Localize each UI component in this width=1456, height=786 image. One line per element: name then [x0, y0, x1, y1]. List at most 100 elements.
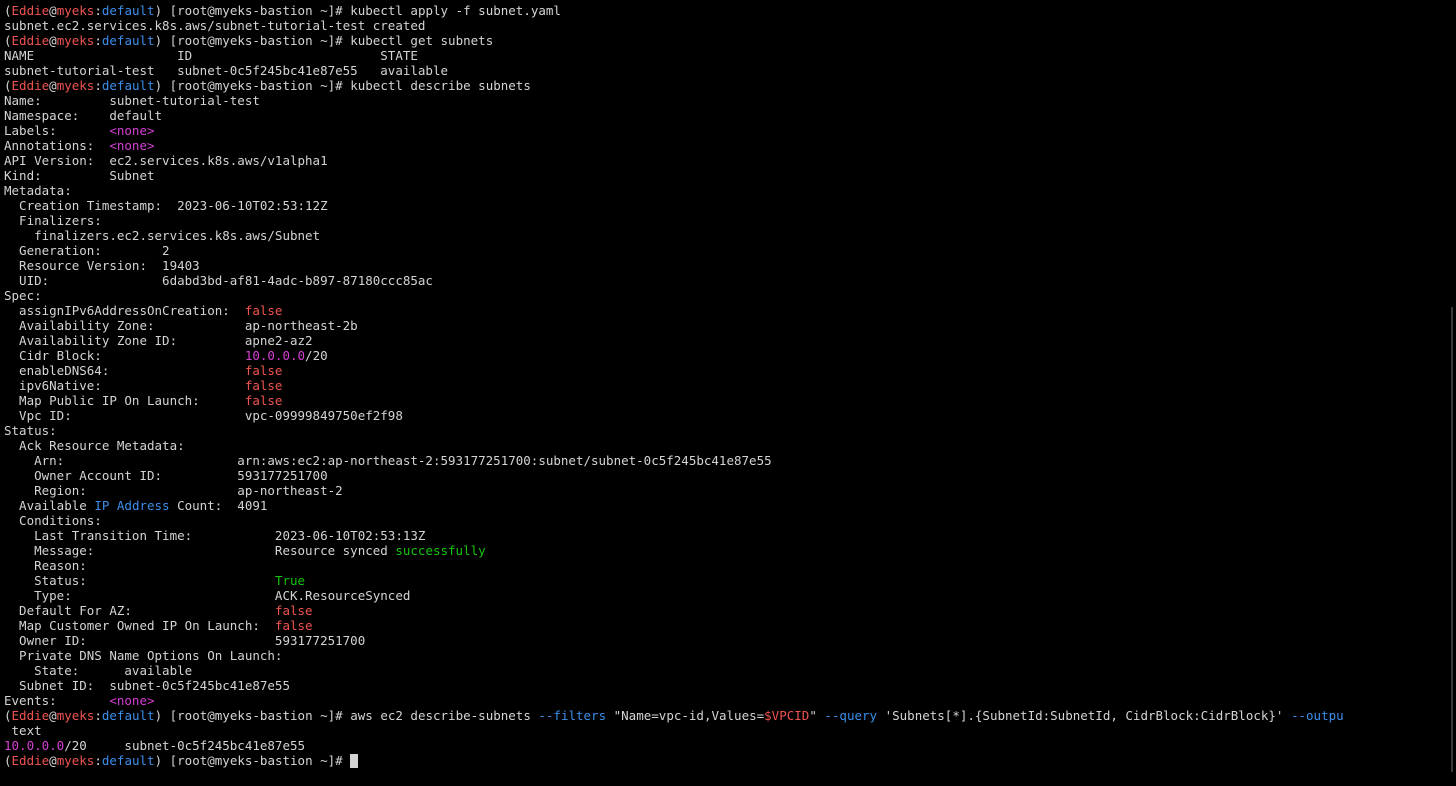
terminal-line: Reason:: [4, 558, 1444, 573]
terminal-text: Availability Zone ID: apne2-az2: [4, 333, 313, 348]
terminal-text: @: [49, 78, 57, 93]
terminal-line: Default For AZ: false: [4, 603, 1444, 618]
terminal-text: 10.0.0.0: [4, 738, 65, 753]
terminal-line: Creation Timestamp: 2023-06-10T02:53:12Z: [4, 198, 1444, 213]
terminal-line: assignIPv6AddressOnCreation: false: [4, 303, 1444, 318]
terminal-line: (Eddie@myeks:default) [root@myeks-bastio…: [4, 78, 1444, 93]
terminal-text: Reason:: [4, 558, 87, 573]
terminal-text: Status:: [4, 573, 275, 588]
terminal-text: State: available: [4, 663, 193, 678]
terminal-text: --query: [824, 708, 878, 723]
terminal-text: Resource Version: 19403: [4, 258, 200, 273]
terminal-text: Labels:: [4, 123, 110, 138]
terminal-text: false: [244, 363, 283, 378]
terminal-line: enableDNS64: false: [4, 363, 1444, 378]
terminal-line: ipv6Native: false: [4, 378, 1444, 393]
terminal-line: Events: <none>: [4, 693, 1444, 708]
terminal-text: <none>: [109, 138, 155, 153]
terminal-text: Available: [4, 498, 95, 513]
terminal-line: NAME ID STATE: [4, 48, 1444, 63]
terminal-output[interactable]: (Eddie@myeks:default) [root@myeks-bastio…: [4, 3, 1444, 768]
terminal-text: Cidr Block:: [4, 348, 245, 363]
terminal-text: (: [4, 753, 12, 768]
terminal-line: Arn: arn:aws:ec2:ap-northeast-2:59317725…: [4, 453, 1444, 468]
terminal-text: Eddie: [11, 753, 50, 768]
terminal-line: API Version: ec2.services.k8s.aws/v1alph…: [4, 153, 1444, 168]
terminal-line: UID: 6dabd3bd-af81-4adc-b897-87180ccc85a…: [4, 273, 1444, 288]
terminal-line: Generation: 2: [4, 243, 1444, 258]
terminal-text: default: [101, 753, 155, 768]
terminal-text: Arn: arn:aws:ec2:ap-northeast-2:59317725…: [4, 453, 772, 468]
terminal-text: Type: ACK.ResourceSynced: [4, 588, 411, 603]
terminal-text: ipv6Native:: [4, 378, 245, 393]
terminal-text: myeks: [56, 708, 95, 723]
terminal-text: API Version: ec2.services.k8s.aws/v1alph…: [4, 153, 328, 168]
terminal-text: Generation: 2: [4, 243, 170, 258]
terminal-line: text: [4, 723, 1444, 738]
terminal-line: Annotations: <none>: [4, 138, 1444, 153]
terminal-text: text: [4, 723, 42, 738]
terminal-text: @: [49, 3, 57, 18]
terminal-text: myeks: [56, 753, 95, 768]
terminal-text: :: [94, 33, 102, 48]
terminal-text: Name: subnet-tutorial-test: [4, 93, 260, 108]
terminal-text: default: [101, 708, 155, 723]
terminal-line: Availability Zone: ap-northeast-2b: [4, 318, 1444, 333]
terminal-line: Map Public IP On Launch: false: [4, 393, 1444, 408]
terminal-text: (: [4, 708, 12, 723]
terminal-text: :: [94, 78, 102, 93]
terminal-line: Last Transition Time: 2023-06-10T02:53:1…: [4, 528, 1444, 543]
terminal-text: Message: Resource synced: [4, 543, 396, 558]
terminal-text: /20: [305, 348, 328, 363]
terminal-text: Map Customer Owned IP On Launch:: [4, 618, 275, 633]
terminal-text: false: [244, 378, 283, 393]
terminal-line: 10.0.0.0/20 subnet-0c5f245bc41e87e55: [4, 738, 1444, 753]
terminal-text: IP Address: [94, 498, 170, 513]
terminal-line: Resource Version: 19403: [4, 258, 1444, 273]
terminal-text: <none>: [109, 693, 155, 708]
terminal-text: Finalizers:: [4, 213, 102, 228]
terminal-line: Finalizers:: [4, 213, 1444, 228]
terminal-text: default: [101, 33, 155, 48]
terminal-text: :: [94, 753, 102, 768]
terminal-line: Vpc ID: vpc-09999849750ef2f98: [4, 408, 1444, 423]
terminal-text: Last Transition Time: 2023-06-10T02:53:1…: [4, 528, 426, 543]
terminal-text: :: [94, 708, 102, 723]
scrollbar[interactable]: [1451, 307, 1453, 772]
terminal-line: Metadata:: [4, 183, 1444, 198]
terminal-text: assignIPv6AddressOnCreation:: [4, 303, 245, 318]
terminal-text: 'Subnets[*].{SubnetId:SubnetId, CidrBloc…: [877, 708, 1291, 723]
terminal-line: Map Customer Owned IP On Launch: false: [4, 618, 1444, 633]
terminal-line: Labels: <none>: [4, 123, 1444, 138]
terminal-line: subnet-tutorial-test subnet-0c5f245bc41e…: [4, 63, 1444, 78]
terminal-text: myeks: [56, 78, 95, 93]
terminal-text: default: [101, 3, 155, 18]
terminal-text: Region: ap-northeast-2: [4, 483, 343, 498]
terminal-line: Message: Resource synced successfully: [4, 543, 1444, 558]
terminal-text: false: [244, 393, 283, 408]
terminal-text: myeks: [56, 3, 95, 18]
terminal-text: ) [root@myeks-bastion ~]# aws ec2 descri…: [154, 708, 539, 723]
terminal-text: default: [101, 78, 155, 93]
terminal-text: (: [4, 3, 12, 18]
terminal-line: Spec:: [4, 288, 1444, 303]
terminal-cursor: [350, 754, 359, 768]
terminal-line: Status:: [4, 423, 1444, 438]
terminal-text: subnet-tutorial-test subnet-0c5f245bc41e…: [4, 63, 449, 78]
terminal-text: false: [274, 603, 313, 618]
terminal-text: ) [root@myeks-bastion ~]# kubectl descri…: [154, 78, 531, 93]
terminal-text: successfully: [395, 543, 486, 558]
terminal-line: Conditions:: [4, 513, 1444, 528]
terminal-line: finalizers.ec2.services.k8s.aws/Subnet: [4, 228, 1444, 243]
terminal-text: 10.0.0.0: [244, 348, 306, 363]
terminal-text: Private DNS Name Options On Launch:: [4, 648, 283, 663]
terminal-text: Eddie: [11, 708, 50, 723]
terminal-line: Status: True: [4, 573, 1444, 588]
terminal-text: subnet.ec2.services.k8s.aws/subnet-tutor…: [4, 18, 426, 33]
terminal-line: Availability Zone ID: apne2-az2: [4, 333, 1444, 348]
terminal-text: Kind: Subnet: [4, 168, 155, 183]
terminal-text: Vpc ID: vpc-09999849750ef2f98: [4, 408, 403, 423]
terminal-text: myeks: [56, 33, 95, 48]
terminal-text: --outpu: [1290, 708, 1344, 723]
terminal-text: enableDNS64:: [4, 363, 245, 378]
